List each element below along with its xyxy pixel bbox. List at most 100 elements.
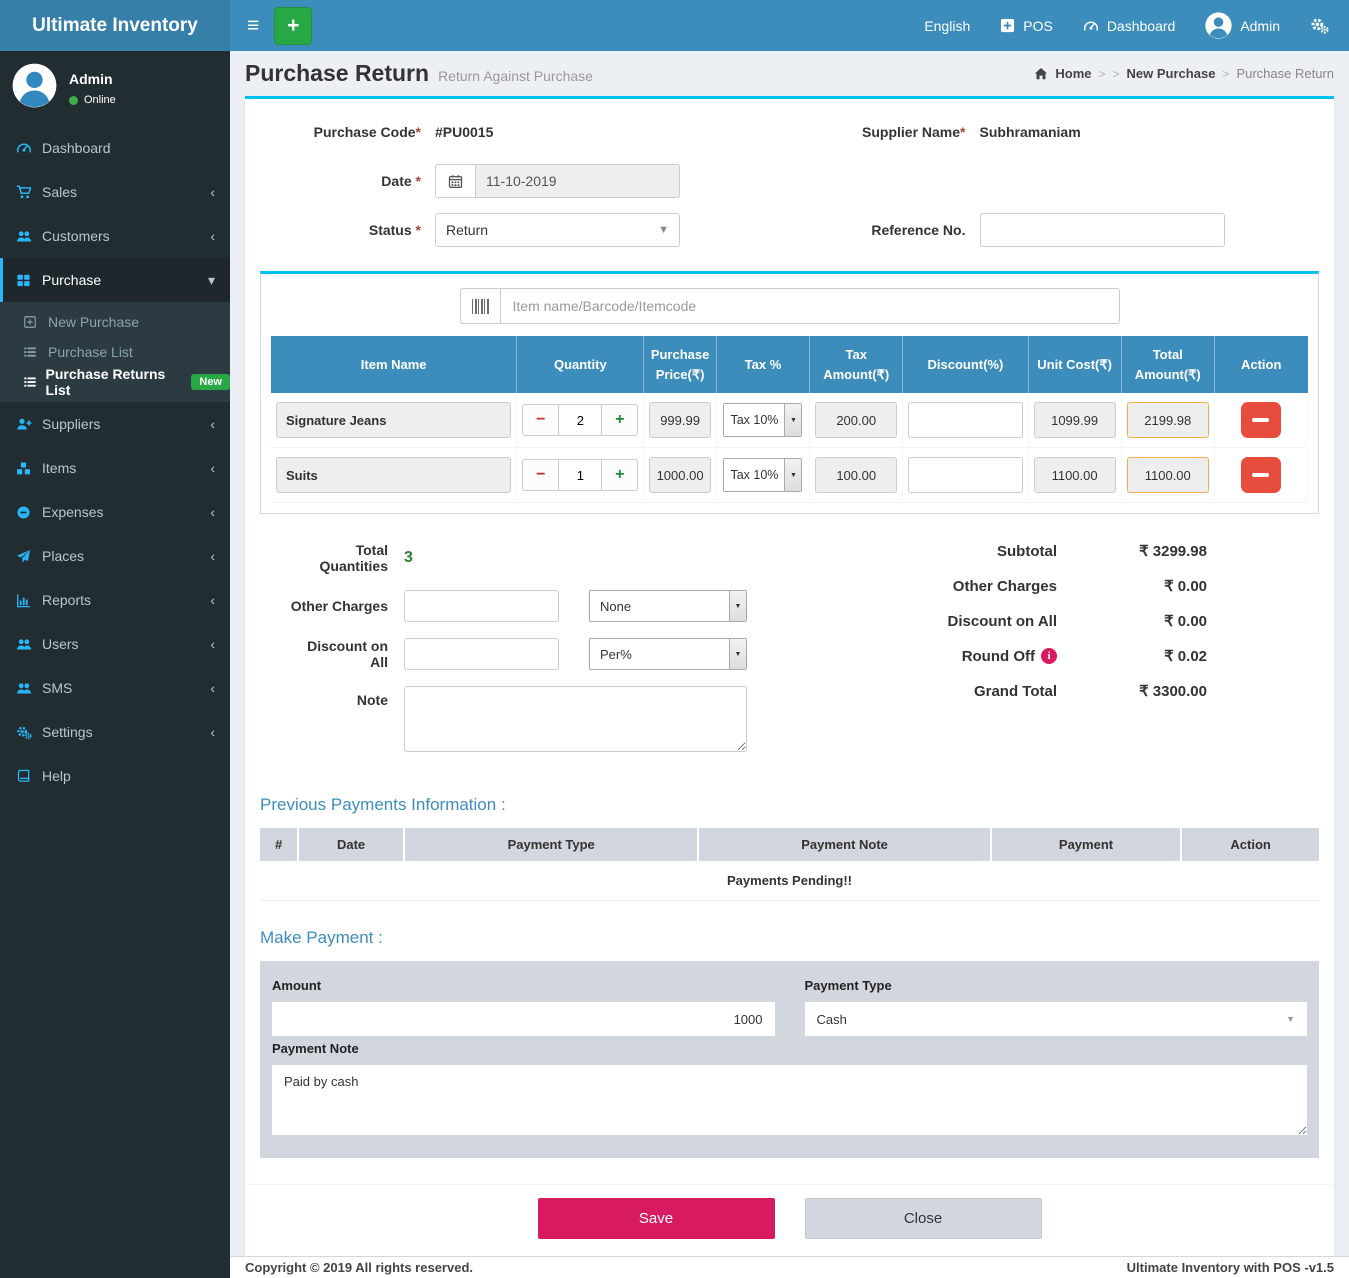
sidebar-item-expenses[interactable]: Expenses ‹: [0, 490, 230, 534]
list-icon: [23, 345, 37, 359]
sidebar-item-reports[interactable]: Reports ‹: [0, 578, 230, 622]
user-plus-icon: [16, 416, 32, 432]
purchase-code-label: Purchase Code*: [260, 124, 435, 140]
plus-square-icon: [1000, 18, 1015, 33]
info-icon[interactable]: i: [1041, 648, 1057, 664]
new-badge: New: [191, 374, 230, 390]
col-total-amount: Total Amount(₹): [1121, 336, 1214, 393]
sidebar-item-items[interactable]: Items ‹: [0, 446, 230, 490]
status-label: Status *: [260, 222, 435, 238]
close-button[interactable]: Close: [805, 1198, 1042, 1239]
status-select[interactable]: Return ▼: [435, 213, 680, 247]
app-logo[interactable]: Ultimate Inventory: [0, 0, 230, 51]
sidebar-item-purchase-list[interactable]: Purchase List: [0, 337, 230, 367]
qty-field[interactable]: [558, 459, 602, 491]
sidebar-item-new-purchase[interactable]: New Purchase: [0, 307, 230, 337]
date-label: Date *: [260, 173, 435, 189]
payment-type-select[interactable]: Cash ▼: [805, 1002, 1308, 1036]
actions-bar: Save Close: [245, 1184, 1334, 1256]
users-icon: [16, 228, 32, 244]
sidebar-item-help[interactable]: Help: [0, 754, 230, 798]
version-text: Ultimate Inventory with POS -v1.5: [1127, 1260, 1334, 1275]
breadcrumb-home[interactable]: Home: [1055, 66, 1091, 81]
summary-row: Discount on All ₹ 0.00: [853, 612, 1207, 630]
page-title: Purchase Return: [245, 60, 429, 87]
caret-down-icon: ▼: [784, 404, 801, 436]
tachometer-icon: [16, 140, 32, 156]
purchase-price-field: [649, 457, 711, 493]
sidebar-item-dashboard[interactable]: Dashboard: [0, 126, 230, 170]
discount-field[interactable]: [908, 457, 1022, 493]
previous-payments-table: # Date Payment Type Payment Note Payment…: [260, 828, 1319, 901]
summary-row: Subtotal ₹ 3299.98: [853, 542, 1207, 560]
date-field[interactable]: [475, 164, 680, 198]
make-payment-panel: Amount Payment Type Cash ▼: [260, 961, 1319, 1158]
sidebar-item-sales[interactable]: Sales ‹: [0, 170, 230, 214]
sidebar-item-sms[interactable]: SMS ‹: [0, 666, 230, 710]
purchase-submenu: New Purchase Purchase List Purchase Retu…: [0, 302, 230, 402]
sidebar-item-places[interactable]: Places ‹: [0, 534, 230, 578]
discount-on-all-field[interactable]: [404, 638, 559, 670]
previous-payments-title: Previous Payments Information :: [260, 795, 1319, 815]
other-charges-type-select[interactable]: None ▼: [589, 590, 747, 622]
make-payment-title: Make Payment :: [260, 928, 1319, 948]
pos-link[interactable]: POS: [1000, 18, 1053, 34]
item-row: − + Tax 10%: [271, 393, 1308, 448]
barcode-icon: [460, 288, 500, 324]
caret-down-icon: ▼: [729, 591, 746, 621]
tax-select[interactable]: Tax 10% ▼: [723, 403, 802, 437]
cart-icon: [16, 184, 32, 200]
amount-field[interactable]: [272, 1002, 775, 1036]
discount-field[interactable]: [908, 402, 1022, 438]
qty-decrease-button[interactable]: −: [522, 404, 558, 436]
minus-icon: [1252, 473, 1269, 477]
col-unit-cost: Unit Cost(₹): [1028, 336, 1121, 393]
col-payment-type: Payment Type: [404, 828, 698, 861]
other-charges-field[interactable]: [404, 590, 559, 622]
sidebar-item-users[interactable]: Users ‹: [0, 622, 230, 666]
discount-type-select[interactable]: Per% ▼: [589, 638, 747, 670]
sidebar-item-settings[interactable]: Settings ‹: [0, 710, 230, 754]
col-payment-note: Payment Note: [698, 828, 990, 861]
qty-field[interactable]: [558, 404, 602, 436]
calendar-icon: [435, 164, 475, 198]
tax-amount-field: [815, 457, 897, 493]
payment-note-field[interactable]: Paid by cash: [272, 1065, 1307, 1135]
required-marker: *: [416, 124, 421, 140]
breadcrumb-current: Purchase Return: [1236, 66, 1334, 81]
language-menu[interactable]: English: [924, 18, 970, 34]
quick-add-button[interactable]: +: [274, 7, 312, 45]
save-button[interactable]: Save: [538, 1198, 775, 1239]
remove-item-button[interactable]: [1241, 402, 1281, 438]
col-item-name: Item Name: [271, 336, 517, 393]
qty-increase-button[interactable]: +: [602, 404, 638, 436]
item-search-input[interactable]: [500, 288, 1120, 324]
quantity-stepper: − +: [522, 404, 638, 436]
qty-increase-button[interactable]: +: [602, 459, 638, 491]
sidebar-item-purchase-returns-list[interactable]: Purchase Returns List New: [0, 367, 230, 397]
items-table: Item Name Quantity Purchase Price(₹) Tax…: [271, 336, 1308, 503]
breadcrumb-parent[interactable]: New Purchase: [1127, 66, 1216, 81]
users-icon: [16, 636, 32, 652]
sidebar-item-purchase[interactable]: Purchase ▾: [0, 258, 230, 302]
col-purchase-price: Purchase Price(₹): [644, 336, 717, 393]
reference-field[interactable]: [980, 213, 1225, 247]
summary-row: Other Charges ₹ 0.00: [853, 577, 1207, 595]
plus-square-outline-icon: [23, 315, 37, 329]
dashboard-link[interactable]: Dashboard: [1083, 18, 1176, 34]
sidebar-toggle-icon[interactable]: ≡: [230, 0, 274, 51]
item-name-field: [276, 402, 511, 438]
grand-total-value: ₹ 3300.00: [1057, 682, 1207, 700]
note-field[interactable]: [404, 686, 747, 752]
gears-icon: [1310, 17, 1329, 34]
remove-item-button[interactable]: [1241, 457, 1281, 493]
col-number: #: [260, 828, 298, 861]
user-menu[interactable]: Admin: [1205, 12, 1280, 39]
sidebar-item-suppliers[interactable]: Suppliers ‹: [0, 402, 230, 446]
payment-note-label: Payment Note: [272, 1041, 1307, 1056]
qty-decrease-button[interactable]: −: [522, 459, 558, 491]
sidebar-user-status: Online: [69, 94, 116, 106]
tax-select[interactable]: Tax 10% ▼: [723, 458, 802, 492]
sidebar-item-customers[interactable]: Customers ‹: [0, 214, 230, 258]
settings-menu[interactable]: [1310, 17, 1329, 34]
